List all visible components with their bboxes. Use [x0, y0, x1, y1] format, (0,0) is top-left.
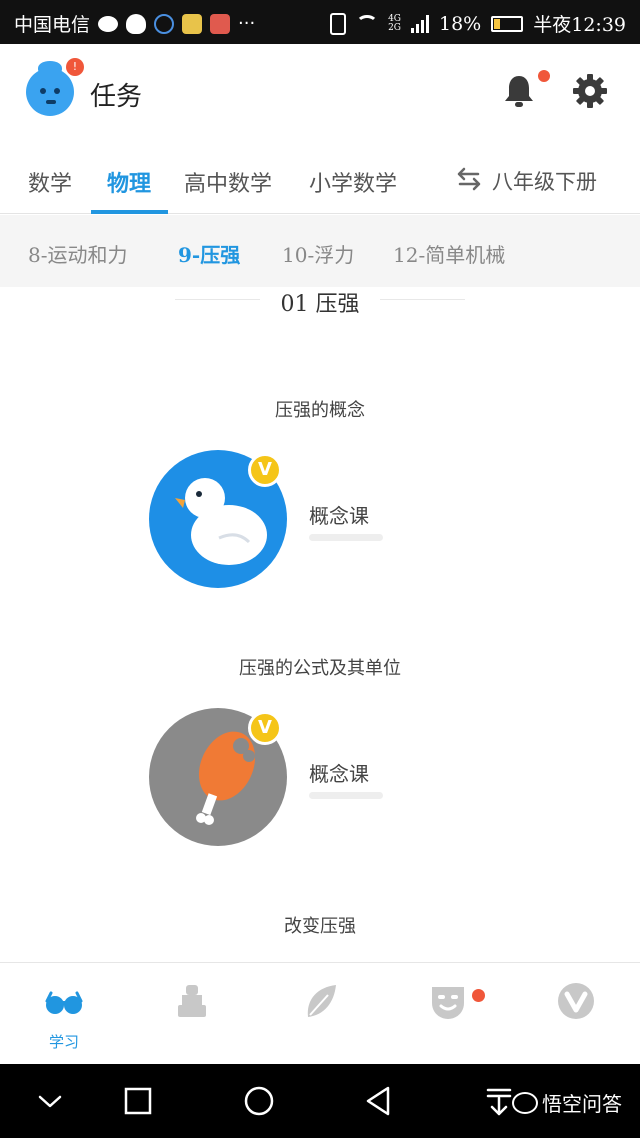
system-nav-bar: 悟空问答 [0, 1064, 640, 1138]
battery-icon [491, 15, 524, 32]
star-notification-icon [182, 13, 203, 34]
status-right: 4G 2G 18% 半夜12:39 [330, 10, 626, 37]
glasses-icon [45, 991, 83, 1014]
lesson-label[interactable]: 概念课 [309, 758, 369, 787]
vip-badge: V [248, 711, 282, 745]
battery-percent: 18% [439, 12, 482, 35]
chapter-tab-8[interactable]: 8-运动和力 [28, 239, 127, 268]
app-header: ! 任务 [0, 44, 640, 144]
topic-title: 压强的公式及其单位 [239, 658, 401, 679]
wifi-icon [356, 14, 379, 33]
tab-high-school-math[interactable]: 高中数学 [184, 166, 272, 198]
nav-item-tower[interactable] [128, 963, 256, 1063]
back-icon[interactable] [362, 1084, 396, 1118]
page-title: 任务 [90, 82, 143, 112]
tower-icon [178, 985, 206, 1017]
topic-title: 改变压强 [284, 916, 356, 937]
avatar[interactable] [26, 61, 74, 116]
vibrate-icon [330, 12, 347, 35]
signal-icon [411, 14, 429, 33]
wukong-watermark: 悟空问答 [512, 1088, 622, 1117]
tab-physics[interactable]: 物理 [107, 166, 151, 198]
nav-item-vip[interactable] [512, 963, 640, 1063]
wechat-notification-icon [98, 15, 119, 32]
bottom-nav: 学习 [0, 962, 640, 1064]
tab-math[interactable]: 数学 [28, 166, 72, 198]
nav-item-study[interactable]: 学习 [0, 963, 128, 1063]
notification-dot [538, 70, 550, 82]
grade-selector[interactable]: 八年级下册 [492, 166, 597, 196]
avatar-eye [40, 88, 46, 94]
gear-icon[interactable] [572, 73, 608, 109]
chapter-tab-10[interactable]: 10-浮力 [282, 239, 354, 268]
vip-v-icon [558, 983, 594, 1019]
network-type: 4G 2G [388, 14, 401, 33]
network-type-2g: 2G [388, 22, 401, 33]
notification-dot [472, 989, 485, 1002]
avatar-alert-badge: ! [66, 58, 84, 76]
section-title: 01 压强 [280, 292, 360, 317]
mail-notification-icon [210, 13, 231, 34]
recents-icon[interactable] [121, 1084, 155, 1118]
lesson-label[interactable]: 概念课 [309, 500, 369, 529]
leaf-icon [307, 985, 336, 1017]
subject-tab-bar: 数学 物理 高中数学 小学数学 八年级下册 [0, 144, 640, 214]
topic-title: 压强的概念 [275, 400, 365, 421]
more-notifications-icon: ··· [238, 13, 256, 34]
status-bar: 中国电信 ··· 4G 2G 18% 半夜12:39 [0, 0, 640, 44]
active-tab-indicator [91, 210, 168, 214]
section-header: 01 压强 [175, 286, 465, 317]
lesson-progress-track [309, 792, 383, 799]
chapter-tab-9[interactable]: 9-压强 [178, 239, 240, 268]
chapter-tab-bar: 8-运动和力 9-压强 10-浮力 12-简单机械 [0, 215, 640, 287]
tab-primary-school-math[interactable]: 小学数学 [309, 166, 397, 198]
vip-badge: V [248, 453, 282, 487]
chevron-down-icon[interactable] [33, 1084, 67, 1118]
wukong-logo-icon [512, 1091, 538, 1114]
mask-icon [432, 987, 464, 1019]
watermark-text: 悟空问答 [542, 1092, 622, 1116]
status-left: 中国电信 ··· [14, 10, 255, 37]
swap-icon[interactable] [456, 166, 482, 192]
ghost-notification-icon [126, 13, 147, 34]
avatar-eye [54, 88, 60, 94]
clock: 半夜12:39 [533, 14, 626, 36]
home-icon[interactable] [242, 1084, 276, 1118]
chapter-tab-12[interactable]: 12-简单机械 [393, 239, 505, 268]
download-icon[interactable] [482, 1084, 516, 1118]
carrier-name: 中国电信 [14, 14, 91, 36]
avatar-mouth [46, 100, 56, 104]
nav-item-mask[interactable] [384, 963, 512, 1063]
lesson-progress-track [309, 534, 383, 541]
nav-label-study: 学习 [48, 1033, 79, 1051]
bell-icon[interactable] [503, 74, 535, 108]
qq-notification-icon [154, 13, 175, 34]
nav-item-leaf[interactable] [256, 963, 384, 1063]
